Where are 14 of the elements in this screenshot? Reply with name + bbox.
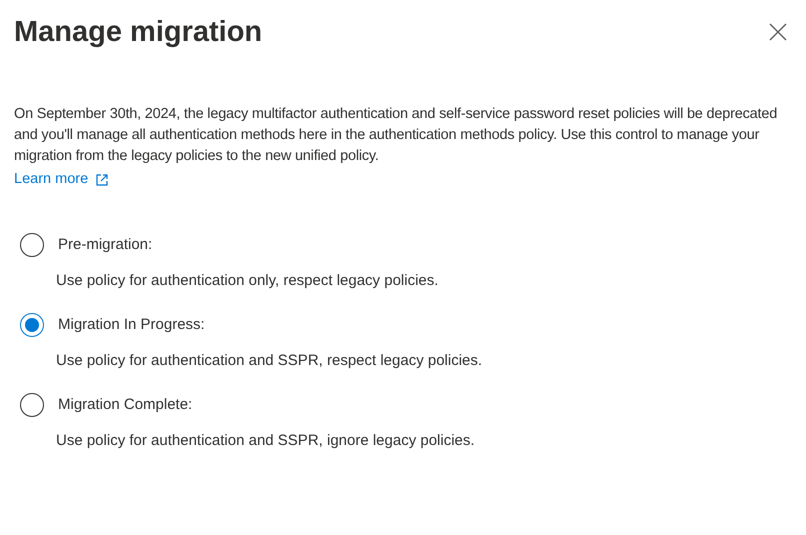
close-icon: [769, 23, 787, 41]
radio-button[interactable]: [20, 313, 44, 337]
radio-option[interactable]: Migration In Progress:: [20, 311, 806, 339]
radio-option[interactable]: Migration Complete:: [20, 391, 806, 419]
option-description: Use policy for authentication and SSPR, ignore legacy policies.: [56, 431, 476, 451]
option-description: Use policy for authentication only, respect legacy policies.: [56, 271, 440, 291]
learn-more-link[interactable]: Learn more: [14, 169, 108, 190]
external-link-icon: [96, 174, 108, 186]
radio-button[interactable]: [20, 233, 44, 257]
option-description: Use policy for authentication and SSPR, respect legacy policies.: [56, 351, 484, 371]
radio-button[interactable]: [20, 393, 44, 417]
panel-title: Manage migration: [14, 15, 262, 50]
description-text: On September 30th, 2024, the legacy multifactor authentication and self-service password reset policies will be deprecated and you'll manage all authentication methods here in the authentication methods policy. Use this control to manage your migration from the legacy policies to the new unified policy.: [14, 105, 778, 166]
radio-option[interactable]: Pre-migration:: [20, 231, 806, 259]
